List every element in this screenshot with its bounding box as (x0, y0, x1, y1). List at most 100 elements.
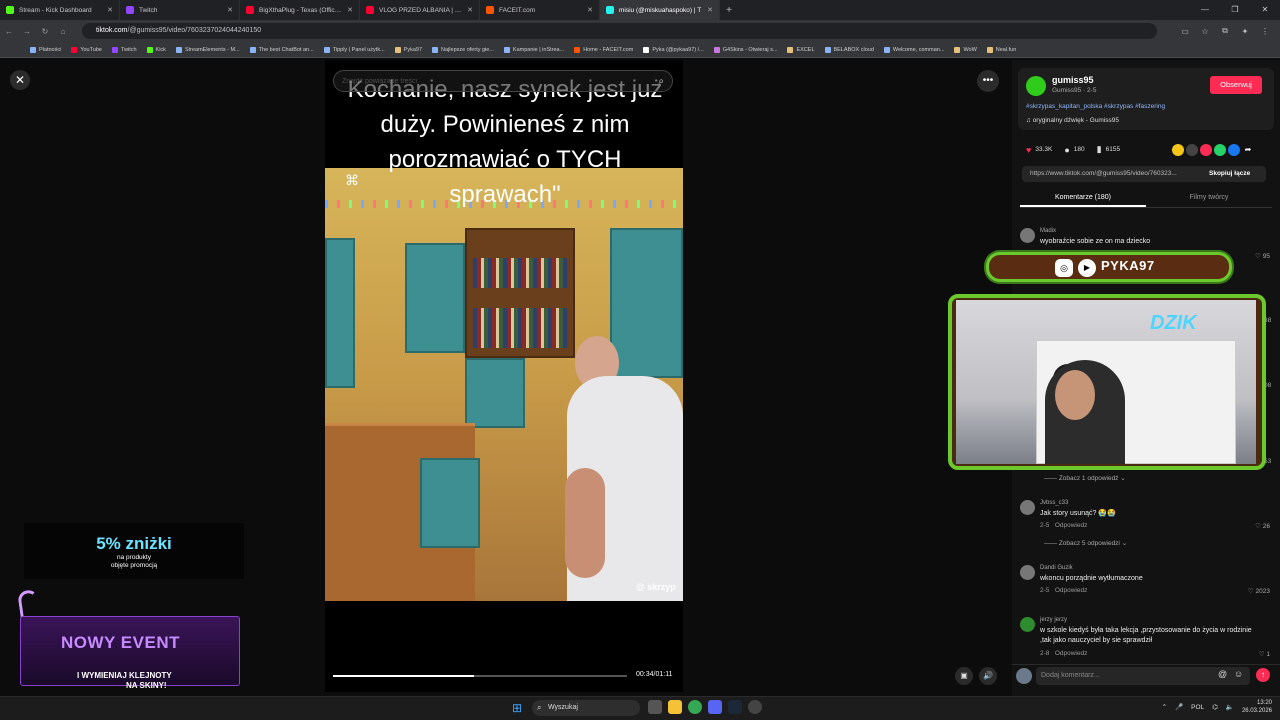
bookmark[interactable]: Pyka (@pykaa97) /... (643, 46, 704, 53)
browser-tab[interactable]: Stream - Kick Dashboard ✕ (0, 0, 120, 20)
save-button[interactable]: ▮ 6155 (1097, 144, 1120, 155)
forward-icon[interactable]: → (18, 27, 36, 36)
reply-button[interactable]: Odpowiedz (1055, 522, 1088, 529)
star-icon[interactable]: ☆ (1198, 27, 1212, 36)
clock[interactable]: 13:20 26.03.2026 (1242, 699, 1272, 715)
explorer-icon[interactable] (668, 700, 682, 714)
lang-indicator[interactable]: POL (1191, 704, 1204, 711)
bookmark[interactable]: StreamElements - M... (175, 46, 240, 53)
close-video-button[interactable]: ✕ (10, 70, 30, 90)
steam-icon[interactable] (728, 700, 742, 714)
comment-author[interactable]: jerzy jerzy (1040, 617, 1067, 623)
bookmark[interactable]: YouTube (71, 46, 102, 53)
browser-tab[interactable]: FACEIT.com ✕ (480, 0, 600, 20)
view-replies-button[interactable]: —— Zobacz 5 odpowiedzi ⌄ (1044, 539, 1127, 547)
sound-link[interactable]: ♫ oryginalny dźwięk - Gumiss95 (1026, 117, 1119, 124)
browser-tab[interactable]: BigXthaPlug - Texas (Official M ✕ (240, 0, 360, 20)
repost-icon[interactable] (1172, 144, 1184, 156)
new-tab-button[interactable]: + (720, 5, 738, 16)
chevron-up-icon[interactable]: ⌃ (1162, 703, 1167, 711)
more-options-button[interactable]: ••• (977, 70, 999, 92)
mic-icon[interactable]: 🎤 (1175, 703, 1183, 711)
comment-likes[interactable]: ♡ 2023 (1248, 587, 1270, 595)
video-progress-bar[interactable] (333, 675, 627, 677)
comment-likes[interactable]: ♡ 26 (1255, 522, 1270, 530)
taskbar-search[interactable]: ⌕ Wyszukaj (532, 700, 640, 716)
extensions-icon[interactable]: ⧉ (1218, 26, 1232, 36)
puzzle-icon[interactable]: ✦ (1238, 27, 1252, 36)
creator-avatar[interactable] (1026, 76, 1046, 96)
bookmark[interactable]: Welcome, comman... (883, 46, 944, 53)
comment-author[interactable]: Jvbss_c33 (1040, 500, 1068, 506)
bookmark[interactable]: Kampanie | inStrea... (503, 46, 564, 53)
bookmark[interactable]: G4Skins - Otwieraj s... (713, 46, 777, 53)
network-icon[interactable]: ⌬ (1212, 703, 1218, 711)
send-icon[interactable] (1200, 144, 1212, 156)
close-window-icon[interactable]: ✕ (1250, 0, 1280, 20)
browser-tab[interactable]: Twitch ✕ (120, 0, 240, 20)
close-icon[interactable]: ✕ (587, 6, 593, 14)
comment-author[interactable]: Dandi Guzik (1040, 565, 1073, 571)
browser-tab-active[interactable]: misiu (@miskuahaspoko) | T ✕ (600, 0, 720, 20)
bookmark[interactable]: WoW (954, 46, 977, 53)
obs-icon[interactable] (748, 700, 762, 714)
tab-comments[interactable]: Komentarze (180) (1020, 190, 1146, 207)
hashtags[interactable]: #skrzypas_kapitan_polska #skrzypas #fasz… (1026, 103, 1165, 110)
follow-button[interactable]: Obserwuj (1210, 76, 1262, 94)
close-icon[interactable]: ✕ (107, 6, 113, 14)
task-view-icon[interactable] (648, 700, 662, 714)
tab-creator-videos[interactable]: Filmy twórcy (1146, 190, 1272, 207)
send-comment-button[interactable]: ↑ (1256, 668, 1270, 682)
comment-likes[interactable]: ♡ 95 (1255, 252, 1270, 260)
avatar[interactable] (1020, 228, 1035, 243)
bookmark[interactable]: Najlepsze oferty gie... (432, 46, 494, 53)
windows-start-icon[interactable]: ⊞ (512, 701, 522, 715)
emoji-icon[interactable]: ☺ (1234, 669, 1243, 679)
avatar[interactable] (1020, 500, 1035, 515)
bookmark[interactable]: Neal.fun (986, 46, 1016, 53)
minimize-icon[interactable]: — (1190, 0, 1220, 20)
avatar[interactable] (1020, 617, 1035, 632)
discord-icon[interactable] (708, 700, 722, 714)
bookmark[interactable]: The best ChatBot an... (249, 46, 314, 53)
volume-icon[interactable]: 🔊 (979, 667, 997, 685)
bookmark[interactable]: BELABOX cloud (824, 46, 874, 53)
related-search-input[interactable]: Znajdź powiązane treści ⌕ (333, 70, 673, 92)
cast-icon[interactable]: ▭ (1178, 27, 1192, 36)
close-icon[interactable]: ✕ (467, 6, 473, 14)
home-icon[interactable]: ⌂ (54, 27, 72, 36)
bookmark[interactable]: Tipply | Panel użytk... (323, 46, 385, 53)
share-arrow-icon[interactable]: ➦ (1242, 144, 1254, 156)
copy-link-button[interactable]: Skopiuj łącze (1209, 166, 1250, 182)
bookmark[interactable]: EXCEL (787, 46, 815, 53)
like-button[interactable]: ♥ 33.3K (1026, 145, 1052, 155)
creator-name[interactable]: gumiss95 (1052, 75, 1094, 85)
whatsapp-icon[interactable] (1214, 144, 1226, 156)
comment-likes[interactable]: ♡ 1 (1259, 650, 1270, 658)
browser-tab[interactable]: VLOG PRZED ALBANIA | Cały vl✕ (360, 0, 480, 20)
bookmark[interactable]: Kick (146, 46, 166, 53)
pip-icon[interactable]: ▣ (955, 667, 973, 685)
close-icon[interactable]: ✕ (227, 6, 233, 14)
reply-button[interactable]: Odpowiedz (1055, 650, 1088, 657)
mention-icon[interactable]: @ (1218, 669, 1227, 679)
back-icon[interactable]: ← (0, 27, 18, 36)
comment-button[interactable]: ● 180 (1064, 145, 1084, 155)
embed-icon[interactable] (1186, 144, 1198, 156)
close-icon[interactable]: ✕ (347, 6, 353, 14)
menu-icon[interactable]: ⋮ (1258, 27, 1272, 36)
close-icon[interactable]: ✕ (707, 6, 713, 14)
view-replies-button[interactable]: —— Zobacz 1 odpowiedź ⌄ (1044, 474, 1126, 482)
url-field[interactable]: tiktok.com/@gumiss95/video/7603237024044… (82, 23, 1157, 39)
reload-icon[interactable]: ↻ (36, 27, 54, 36)
comment-author[interactable]: Madix (1040, 228, 1056, 234)
chrome-icon[interactable] (688, 700, 702, 714)
maximize-icon[interactable]: ❐ (1220, 0, 1250, 20)
bookmark[interactable]: Płatności (30, 46, 61, 53)
bookmark[interactable]: Pyka97 (394, 46, 422, 53)
reply-button[interactable]: Odpowiedz (1055, 587, 1088, 594)
avatar[interactable] (1020, 565, 1035, 580)
bookmark[interactable]: Home - FACEIT.com (574, 46, 633, 53)
bookmark[interactable]: Twitch (111, 46, 137, 53)
speaker-icon[interactable]: 🔈 (1226, 703, 1234, 711)
